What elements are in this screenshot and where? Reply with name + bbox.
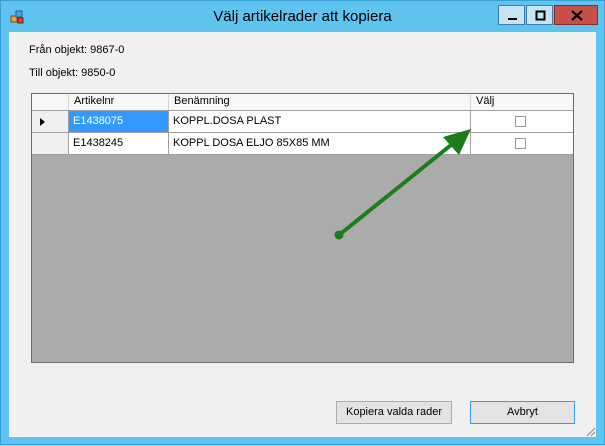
row-header[interactable] — [32, 133, 69, 155]
minimize-icon — [508, 18, 517, 20]
select-checkbox[interactable] — [515, 138, 526, 149]
article-grid[interactable]: Artikelnr Benämning Välj E1438075 KOPPL.… — [31, 93, 574, 363]
to-object-label: Till objekt: 9850-0 — [29, 67, 116, 79]
grid-header: Artikelnr Benämning Välj — [32, 94, 573, 111]
close-icon — [571, 10, 583, 21]
table-row[interactable]: E1438245 KOPPL DOSA ELJO 85X85 MM — [32, 133, 573, 155]
resize-grip-icon[interactable] — [584, 425, 596, 437]
column-header-artikelnr[interactable]: Artikelnr — [69, 94, 169, 110]
cell-artikelnr[interactable]: E1438245 — [69, 133, 169, 155]
maximize-icon — [535, 10, 546, 21]
cell-valj[interactable] — [471, 133, 573, 155]
maximize-button[interactable] — [526, 5, 553, 25]
title-bar[interactable]: Välj artikelrader att kopiera — [1, 1, 604, 33]
dialog-window: Välj artikelrader att kopiera Från objek… — [0, 0, 605, 445]
cancel-button[interactable]: Avbryt — [470, 401, 575, 424]
column-header-benamning[interactable]: Benämning — [169, 94, 471, 110]
cell-benamning[interactable]: KOPPL.DOSA PLAST — [169, 111, 471, 133]
dialog-content: Från objekt: 9867-0 Till objekt: 9850-0 … — [9, 32, 596, 437]
copy-selected-rows-button[interactable]: Kopiera valda rader — [336, 401, 452, 424]
cell-artikelnr[interactable]: E1438075 — [69, 111, 169, 133]
column-header-valj[interactable]: Välj — [471, 94, 573, 110]
close-button[interactable] — [554, 5, 598, 25]
cell-valj[interactable] — [471, 111, 573, 133]
row-header-corner — [32, 94, 69, 110]
select-checkbox[interactable] — [515, 116, 526, 127]
minimize-button[interactable] — [498, 5, 525, 25]
current-row-arrow-icon — [40, 118, 45, 126]
table-row[interactable]: E1438075 KOPPL.DOSA PLAST — [32, 111, 573, 133]
cell-benamning[interactable]: KOPPL DOSA ELJO 85X85 MM — [169, 133, 471, 155]
row-header[interactable] — [32, 111, 69, 133]
from-object-label: Från objekt: 9867-0 — [29, 44, 125, 56]
